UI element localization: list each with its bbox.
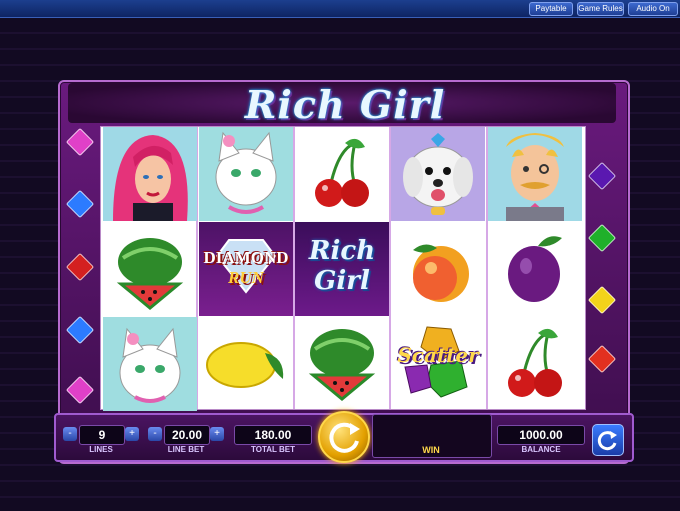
- symbol-cherries: [295, 127, 389, 221]
- lines-value: 9: [79, 425, 125, 445]
- win-label: WIN: [422, 445, 440, 455]
- line-bet-increase-button[interactable]: +: [210, 427, 224, 441]
- paytable-button[interactable]: Paytable: [529, 2, 573, 16]
- symbol-cherries: [488, 317, 582, 411]
- line-bet-decrease-button[interactable]: -: [148, 427, 162, 441]
- symbol-rich-girl: Rich Girl: [295, 222, 389, 316]
- symbol-plum: [488, 222, 582, 316]
- total-bet-label: TOTAL BET: [251, 445, 295, 454]
- lines-label: LINES: [89, 445, 113, 454]
- symbol-white-cat: [199, 127, 293, 221]
- total-bet-value: 180.00: [234, 425, 312, 445]
- autoplay-button[interactable]: [592, 424, 624, 456]
- scatter-text: Scatter: [397, 343, 479, 367]
- symbol-woman: [103, 127, 197, 221]
- diamond-run-text: DIAMOND: [203, 248, 289, 267]
- line-bet-value: 20.00: [164, 425, 210, 445]
- game-logo: Rich Girl: [244, 82, 446, 127]
- audio-button[interactable]: Audio On: [628, 2, 678, 16]
- symbol-scatter: Scatter: [391, 317, 485, 411]
- balance-value: 1000.00: [497, 425, 585, 445]
- line-bet-label: LINE BET: [167, 445, 205, 454]
- symbol-peach: [391, 222, 485, 316]
- symbol-butler: [488, 127, 582, 221]
- rich-girl-text: Girl: [314, 266, 370, 296]
- reel-area: DIAMOND RUN Rich Girl Scatter: [100, 126, 586, 411]
- symbol-lemon: [199, 317, 293, 411]
- spin-button[interactable]: [318, 411, 370, 463]
- symbol-white-dog: [391, 127, 485, 221]
- lines-decrease-button[interactable]: -: [63, 427, 77, 441]
- symbol-watermelon: [295, 317, 389, 411]
- refresh-icon: [597, 431, 617, 451]
- lines-increase-button[interactable]: +: [125, 427, 139, 441]
- symbol-watermelon: [103, 222, 197, 316]
- rich-girl-text: Rich: [308, 236, 376, 266]
- spin-icon: [329, 422, 360, 453]
- symbol-white-cat: [103, 317, 197, 411]
- diamond-run-text: RUN: [228, 268, 264, 287]
- top-bar: Paytable Game Rules Audio On: [0, 0, 680, 18]
- balance-label: BALANCE: [521, 445, 561, 454]
- game-rules-button[interactable]: Game Rules: [577, 2, 624, 16]
- symbol-diamond-run: DIAMOND RUN: [199, 222, 293, 316]
